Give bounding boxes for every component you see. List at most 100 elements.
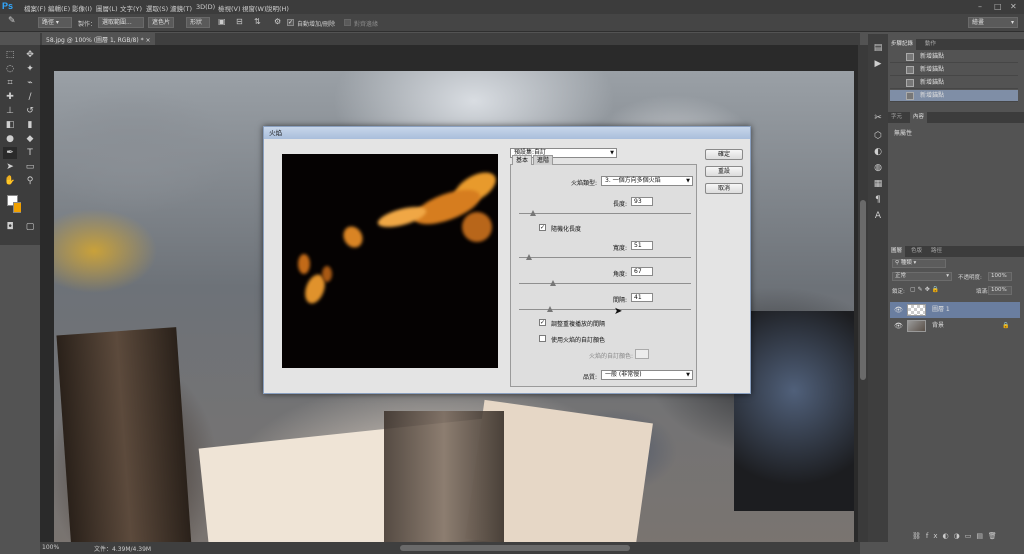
hand-tool-icon[interactable]: ✋ xyxy=(3,175,17,187)
randomize-length-checkbox[interactable]: ✓ xyxy=(539,224,546,231)
quality-select[interactable]: 一般 (非常慢) ▼ xyxy=(601,370,693,380)
rectangle-tool-icon[interactable]: ▭ xyxy=(23,161,37,173)
align-edges-checkbox[interactable] xyxy=(344,19,351,26)
custom-color-swatch[interactable] xyxy=(635,349,649,359)
path-mode-select[interactable]: 路徑 ▾ xyxy=(38,17,72,28)
tab-history[interactable]: 步驟記錄 xyxy=(888,39,917,50)
lasso-tool-icon[interactable]: ◌ xyxy=(3,63,17,75)
actions-panel-icon[interactable]: ▶ xyxy=(872,58,884,70)
path-select-tool-icon[interactable]: ➤ xyxy=(3,161,17,173)
quick-mask-icon[interactable]: ◘ xyxy=(3,221,17,233)
horizontal-scrollbar[interactable] xyxy=(400,545,630,551)
crop-tool-icon[interactable]: ⌗ xyxy=(3,77,17,89)
menu-type[interactable]: 文字(Y) xyxy=(120,3,142,13)
tab-close-icon[interactable]: × xyxy=(146,37,151,44)
history-panel-icon[interactable]: ▤ xyxy=(872,42,884,54)
tab-character[interactable]: 字元 xyxy=(888,112,905,123)
tab-advanced[interactable]: 進階 xyxy=(533,155,554,165)
zoom-tool-icon[interactable]: ⚲ xyxy=(23,175,37,187)
fill-field[interactable]: 100% xyxy=(988,286,1012,295)
document-tab[interactable]: 58.jpg @ 100% (圖層 1, RGB/8) * × xyxy=(42,33,155,45)
adjustments-icon[interactable]: ◐ xyxy=(872,146,884,158)
auto-add-delete-checkbox[interactable]: ✓ xyxy=(287,19,294,26)
interval-slider[interactable] xyxy=(519,306,691,312)
cube-icon[interactable]: ⬡ xyxy=(872,130,884,142)
pen-tool-icon[interactable]: ✎ xyxy=(8,16,16,26)
styles-icon[interactable]: ◍ xyxy=(872,162,884,174)
custom-color-checkbox[interactable] xyxy=(539,335,546,342)
angle-slider-handle[interactable] xyxy=(550,280,557,286)
ok-button[interactable]: 確定 xyxy=(705,149,743,160)
make-mask-button[interactable]: 遮色片 xyxy=(148,17,174,28)
paragraph-icon[interactable]: ¶ xyxy=(872,194,884,206)
history-brush-tool-icon[interactable]: ↺ xyxy=(23,105,37,117)
gear-icon[interactable]: ⚙ xyxy=(274,17,281,26)
pen-tool-icon[interactable]: ✒ xyxy=(3,147,17,159)
flame-type-select[interactable]: 3. 一個方向多個火焰 ▼ xyxy=(601,176,693,186)
maximize-icon[interactable]: □ xyxy=(994,2,1002,11)
width-field[interactable]: 51 xyxy=(631,241,653,250)
screen-mode-icon[interactable]: ▢ xyxy=(23,221,37,233)
visibility-eye-icon[interactable]: 👁 xyxy=(894,302,903,318)
path-alignment-icon[interactable]: ⊟ xyxy=(236,17,243,26)
character-icon[interactable]: A xyxy=(872,210,884,222)
history-row-selected[interactable]: 新增錨點 xyxy=(890,90,1018,102)
menu-select[interactable]: 選取(S) xyxy=(146,3,168,13)
tools-panel-icon[interactable]: ✂ xyxy=(872,112,884,124)
history-row[interactable]: 新增錨點 xyxy=(890,77,1018,89)
menu-help[interactable]: 說明(H) xyxy=(266,3,289,13)
menu-filter[interactable]: 濾鏡(T) xyxy=(170,3,192,13)
close-icon[interactable]: ✕ xyxy=(1010,2,1017,11)
menu-file[interactable]: 檔案(F) xyxy=(24,3,46,13)
tab-layers[interactable]: 圖層 xyxy=(888,246,906,257)
reset-button[interactable]: 重設 xyxy=(705,166,743,177)
eyedropper-tool-icon[interactable]: ⌁ xyxy=(23,77,37,89)
make-selection-button[interactable]: 選取範圍... xyxy=(98,17,144,28)
menu-view[interactable]: 檢視(V) xyxy=(218,3,241,13)
vertical-scrollbar[interactable] xyxy=(858,45,868,542)
tab-properties[interactable]: 內容 xyxy=(910,112,928,123)
layer-footer-icons[interactable]: ⛓fx◐◑▭▤🗑 xyxy=(912,532,1002,540)
make-shape-button[interactable]: 形狀 xyxy=(186,17,210,28)
eraser-tool-icon[interactable]: ◧ xyxy=(3,119,17,131)
tab-paths[interactable]: 路徑 xyxy=(928,246,945,257)
workspace-select[interactable]: 繪畫 ▾ xyxy=(968,17,1018,28)
menu-3d[interactable]: 3D(D) xyxy=(196,3,215,11)
cancel-button[interactable]: 取消 xyxy=(705,183,743,194)
tab-actions[interactable]: 動作 xyxy=(922,39,939,50)
history-row[interactable]: 新增錨點 xyxy=(890,51,1018,63)
length-slider[interactable] xyxy=(519,210,691,216)
visibility-eye-icon[interactable]: 👁 xyxy=(894,318,903,334)
tab-basic[interactable]: 基本 xyxy=(512,155,533,165)
menu-image[interactable]: 影像(I) xyxy=(72,3,92,13)
width-slider-handle[interactable] xyxy=(526,254,533,260)
swatches-icon[interactable]: ▦ xyxy=(872,178,884,190)
angle-field[interactable]: 67 xyxy=(631,267,653,276)
layer-row[interactable]: 👁 圖層 1 xyxy=(890,302,1020,318)
length-field[interactable]: 93 xyxy=(631,197,653,206)
layer-kind-filter[interactable]: ⚲ 種類 ▾ xyxy=(892,259,946,268)
menu-window[interactable]: 視窗(W) xyxy=(242,3,267,13)
path-arrangement-icon[interactable]: ⇅ xyxy=(254,17,261,26)
tab-channels[interactable]: 色版 xyxy=(908,246,925,257)
healing-tool-icon[interactable]: ✚ xyxy=(3,91,17,103)
length-slider-handle[interactable] xyxy=(529,210,536,216)
interval-field[interactable]: 41 xyxy=(631,293,653,302)
type-tool-icon[interactable]: T xyxy=(23,147,37,159)
blur-tool-icon[interactable]: ◆ xyxy=(23,133,37,145)
path-operations-icon[interactable]: ▣ xyxy=(218,17,226,26)
stamp-tool-icon[interactable]: ⊥ xyxy=(3,105,17,117)
history-row[interactable]: 新增錨點 xyxy=(890,64,1018,76)
brush-tool-icon[interactable]: ∕ xyxy=(23,91,37,103)
menu-layer[interactable]: 圖層(L) xyxy=(96,3,118,13)
layer-row[interactable]: 👁 背景 🔒 xyxy=(890,318,1020,334)
gradient-tool-icon[interactable]: ▮ xyxy=(23,119,37,131)
blend-mode-select[interactable]: 正常 ▾ xyxy=(892,272,952,281)
move-tool-icon[interactable]: ✥ xyxy=(23,49,37,61)
lock-icons[interactable]: ▢✎✥🔒 xyxy=(910,286,941,293)
interval-slider-handle[interactable] xyxy=(546,306,553,312)
zoom-level[interactable]: 100% xyxy=(42,544,59,551)
marquee-tool-icon[interactable]: ⬚ xyxy=(3,49,17,61)
menu-edit[interactable]: 編輯(E) xyxy=(48,3,70,13)
quick-select-tool-icon[interactable]: ✦ xyxy=(23,63,37,75)
